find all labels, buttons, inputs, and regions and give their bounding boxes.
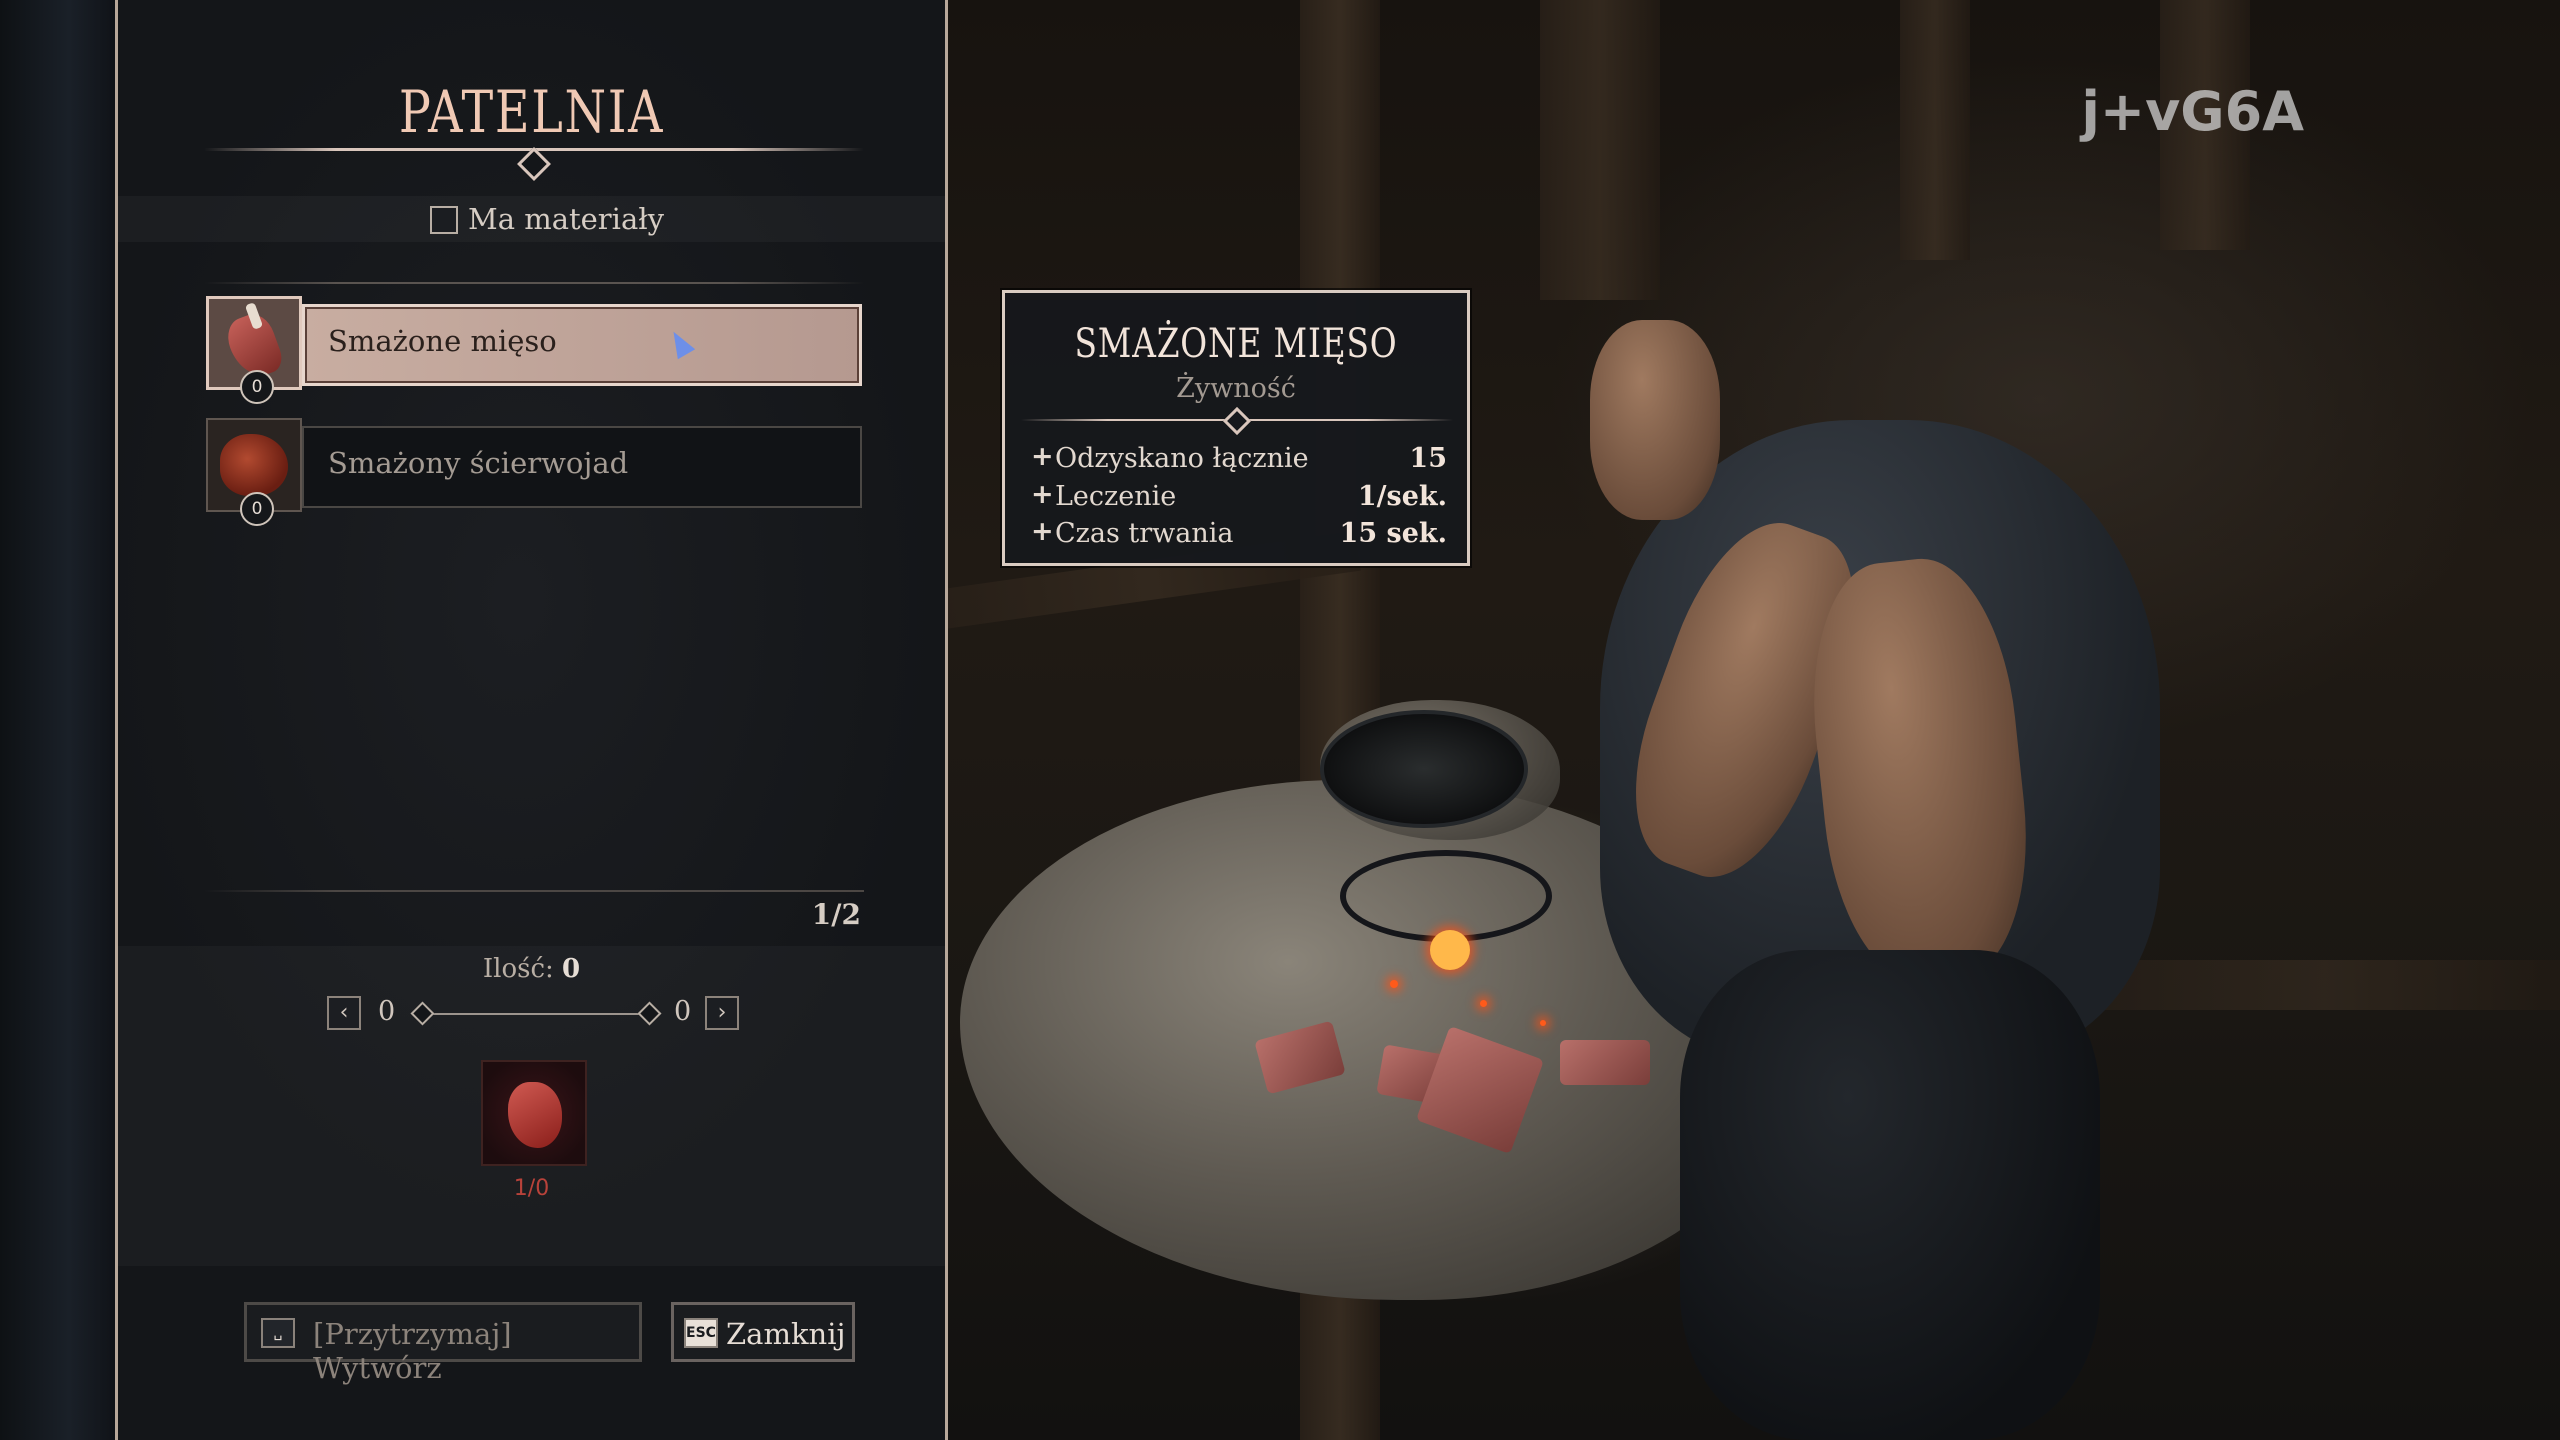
fire xyxy=(1430,930,1470,970)
page-indicator: 1/2 xyxy=(811,898,861,931)
divider-ornament xyxy=(1222,406,1252,436)
chevron-right-icon: › xyxy=(717,1000,727,1025)
stat-label: Czas trwania xyxy=(1055,518,1234,549)
recipe-name: Smażony ścierwojad xyxy=(328,446,629,480)
tooltip-title: SMAŻONE MIĘSO xyxy=(1074,321,1398,367)
tooltip-stat-row: + Czas trwania 15 sek. xyxy=(1031,516,1447,554)
tooltip-stat-row: + Leczenie 1/sek. xyxy=(1031,479,1447,517)
quantity-decrease-button[interactable]: ‹ xyxy=(327,996,361,1030)
stat-value: 15 xyxy=(1409,443,1447,474)
ingredient-count: 1/0 xyxy=(513,1176,550,1201)
quantity-label: Ilość: 0 xyxy=(118,954,945,984)
wooden-wall xyxy=(1540,0,1660,300)
watermark: j+vG6A xyxy=(2081,80,2304,143)
grill-rack xyxy=(1340,850,1552,942)
floor-plank xyxy=(2090,960,2560,1010)
plus-icon: + xyxy=(1031,516,1054,547)
ember xyxy=(1540,1020,1546,1026)
slider-min-value: 0 xyxy=(378,996,396,1027)
tooltip-subtitle: Żywność xyxy=(1176,373,1296,404)
stat-label: Leczenie xyxy=(1055,481,1177,512)
has-materials-label[interactable]: Ma materiały xyxy=(468,202,664,236)
background-edge xyxy=(0,0,115,1440)
slider-max-value: 0 xyxy=(674,996,692,1027)
stat-value: 15 sek. xyxy=(1339,518,1447,549)
esc-key-icon: ESC xyxy=(684,1318,718,1348)
list-divider xyxy=(204,282,864,284)
recipe-count-badge: 0 xyxy=(240,492,274,526)
plus-icon: + xyxy=(1031,441,1054,472)
recipe-item-fried-meat[interactable]: Smażone mięso 0 xyxy=(206,296,862,404)
character-head xyxy=(1590,320,1720,520)
panel-title: PATELNIA xyxy=(398,78,665,146)
divider-ornament xyxy=(517,147,551,181)
close-button[interactable]: ESC Zamknij xyxy=(671,1302,855,1362)
recipe-count-badge: 0 xyxy=(240,370,274,404)
cooked-scavenger-icon xyxy=(220,434,288,496)
quantity-slider[interactable] xyxy=(421,1013,649,1015)
close-button-label: Zamknij xyxy=(726,1317,846,1351)
wooden-beam xyxy=(1900,0,1970,260)
character-legs xyxy=(1680,950,2100,1440)
list-divider xyxy=(204,890,864,892)
crafting-panel: PATELNIA Ma materiały Smażone mięso 0 Sm… xyxy=(115,0,948,1440)
stat-label: Odzyskano łącznie xyxy=(1055,443,1309,474)
item-tooltip: SMAŻONE MIĘSO Żywność + Odzyskano łączni… xyxy=(1002,290,1470,566)
chevron-left-icon: ‹ xyxy=(339,1000,349,1025)
recipe-name: Smażone mięso xyxy=(328,324,557,358)
ember xyxy=(1480,1000,1487,1007)
craft-button-label: [Przytrzymaj] Wytwórz xyxy=(313,1317,512,1385)
quantity-increase-button[interactable]: › xyxy=(705,996,739,1030)
craft-button[interactable]: ␣ [Przytrzymaj] Wytwórz xyxy=(244,1302,642,1385)
frying-pan xyxy=(1320,710,1528,828)
ember xyxy=(1390,980,1398,988)
plus-icon: + xyxy=(1031,479,1054,510)
quantity-value: 0 xyxy=(562,954,581,984)
meat-piece xyxy=(1560,1040,1650,1085)
game-scene xyxy=(940,0,2560,1440)
tooltip-stat-row: + Odzyskano łącznie 15 xyxy=(1031,441,1447,479)
quantity-label-text: Ilość: xyxy=(482,954,554,984)
recipe-item-fried-scavenger[interactable]: Smażony ścierwojad 0 xyxy=(206,418,862,526)
has-materials-checkbox[interactable] xyxy=(430,206,458,234)
spacebar-key-icon: ␣ xyxy=(261,1318,295,1348)
stat-value: 1/sek. xyxy=(1357,481,1447,512)
